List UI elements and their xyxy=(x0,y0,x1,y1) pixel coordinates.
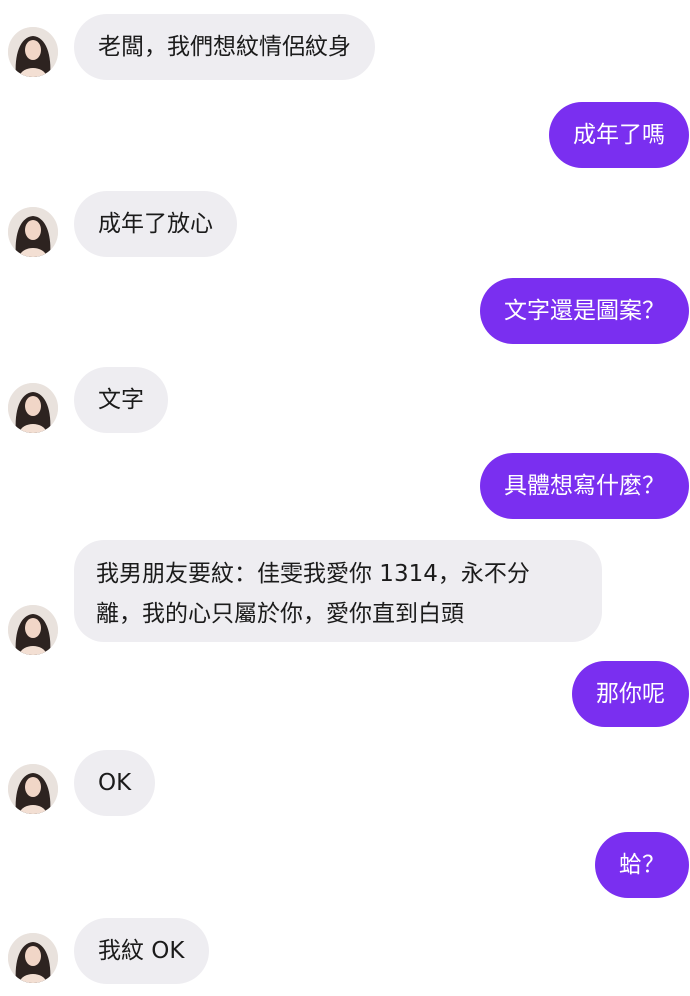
message-text: 具體想寫什麼？ xyxy=(504,473,665,499)
message-bubble-outgoing[interactable]: 蛤？ xyxy=(595,832,689,898)
avatar-photo-icon xyxy=(8,383,58,433)
chat-thread[interactable]: 老闆，我們想紋情侶紋身 成年了嗎 成年了放心 文字還是圖案？ 文字 具體想寫什麼… xyxy=(0,0,690,996)
message-bubble-outgoing[interactable]: 那你呢 xyxy=(572,661,689,727)
avatar-photo-icon xyxy=(8,27,58,77)
contact-avatar[interactable] xyxy=(8,207,58,257)
message-bubble-incoming[interactable]: 老闆，我們想紋情侶紋身 xyxy=(74,14,375,80)
message-text: OK xyxy=(98,770,132,796)
contact-avatar[interactable] xyxy=(8,383,58,433)
message-bubble-incoming[interactable]: 我紋 OK xyxy=(74,918,209,984)
message-bubble-outgoing[interactable]: 文字還是圖案？ xyxy=(480,278,689,344)
message-text: 老闆，我們想紋情侶紋身 xyxy=(98,34,351,60)
message-text: 文字還是圖案？ xyxy=(504,298,665,324)
message-bubble-outgoing[interactable]: 成年了嗎 xyxy=(549,102,689,168)
message-text-line: 我男朋友要紋：佳雯我愛你 1314，永不分 xyxy=(96,561,530,587)
contact-avatar[interactable] xyxy=(8,27,58,77)
message-text-line: 離，我的心只屬於你，愛你直到白頭 xyxy=(96,601,464,627)
message-text: 蛤？ xyxy=(619,852,665,878)
message-text: 文字 xyxy=(98,387,144,413)
avatar-photo-icon xyxy=(8,207,58,257)
message-bubble-incoming[interactable]: 我男朋友要紋：佳雯我愛你 1314，永不分 離，我的心只屬於你，愛你直到白頭 xyxy=(74,540,602,642)
avatar-photo-icon xyxy=(8,605,58,655)
message-bubble-outgoing[interactable]: 具體想寫什麼？ xyxy=(480,453,689,519)
message-bubble-incoming[interactable]: OK xyxy=(74,750,156,816)
contact-avatar[interactable] xyxy=(8,605,58,655)
contact-avatar[interactable] xyxy=(8,764,58,814)
message-text: 我紋 OK xyxy=(98,938,185,964)
message-bubble-incoming[interactable]: 成年了放心 xyxy=(74,191,237,257)
message-text: 成年了放心 xyxy=(98,211,213,237)
contact-avatar[interactable] xyxy=(8,933,58,983)
message-bubble-incoming[interactable]: 文字 xyxy=(74,367,168,433)
message-text: 成年了嗎 xyxy=(573,122,665,148)
avatar-photo-icon xyxy=(8,764,58,814)
avatar-photo-icon xyxy=(8,933,58,983)
message-text: 那你呢 xyxy=(596,681,665,707)
